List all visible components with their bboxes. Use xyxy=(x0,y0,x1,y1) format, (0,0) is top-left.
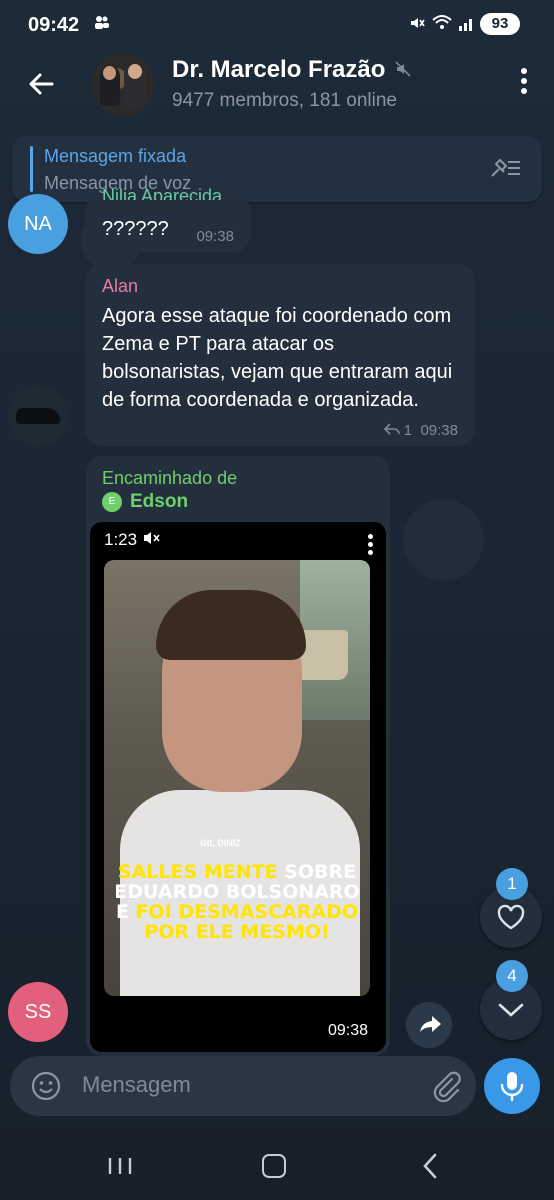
silent-icon xyxy=(408,14,426,37)
signal-icon xyxy=(458,14,476,37)
message-text: Agora esse ataque foi coordenado com Zem… xyxy=(102,305,453,411)
message-text: ?????? xyxy=(102,218,169,240)
battery-indicator: 93 xyxy=(480,13,520,35)
status-time: 09:42 xyxy=(28,14,80,36)
sender-name[interactable]: Alan xyxy=(102,276,138,297)
more-options-icon[interactable] xyxy=(520,68,528,98)
teams-icon xyxy=(94,14,110,35)
video-caption: SALLES MENTE SOBRE EDUARDO BOLSONARO E F… xyxy=(114,861,360,943)
message-bubble[interactable]: Encaminhado de E Edson 1:23 GIL DINIZ SA… xyxy=(86,456,390,1056)
forwarded-label: Encaminhado de xyxy=(102,468,238,488)
avatar[interactable]: NA xyxy=(8,194,68,254)
pin-list-icon[interactable] xyxy=(488,154,524,182)
video-menu-icon[interactable] xyxy=(368,534,374,558)
message-meta: 1 09:38 xyxy=(383,422,458,439)
reply-count[interactable]: 1 xyxy=(404,422,412,439)
system-nav-bar xyxy=(0,1130,554,1200)
message-time: 09:38 xyxy=(420,422,458,439)
chat-title[interactable]: Dr. Marcelo Frazão xyxy=(172,56,385,84)
unread-badge: 4 xyxy=(496,960,528,992)
share-button[interactable] xyxy=(406,1002,452,1048)
attach-icon[interactable] xyxy=(428,1068,464,1104)
message-time: 09:38 xyxy=(327,1022,368,1039)
avatar[interactable] xyxy=(8,386,68,446)
back-arrow-icon[interactable] xyxy=(24,66,60,102)
pinned-title: Mensagem fixada xyxy=(44,146,187,166)
video-duration: 1:23 xyxy=(104,530,138,549)
video-logo: GIL DINIZ xyxy=(200,838,241,848)
message-bubble[interactable]: Nilia Aparecida ?????? 09:38 xyxy=(86,186,250,252)
message-input-bar[interactable]: Mensagem xyxy=(10,1056,476,1116)
emoji-icon[interactable] xyxy=(30,1070,62,1102)
forwarded-from[interactable]: Edson xyxy=(130,491,188,513)
mute-icon[interactable] xyxy=(142,530,162,551)
group-avatar[interactable] xyxy=(92,54,154,116)
message-input[interactable]: Mensagem xyxy=(82,1072,191,1098)
sender-name[interactable]: Nilia Aparecida xyxy=(102,186,222,200)
avatar[interactable]: SS xyxy=(8,982,68,1042)
pinned-message-bar[interactable]: Mensagem fixada Mensagem de voz xyxy=(12,136,542,202)
message-time: 09:38 xyxy=(196,228,234,245)
forwarded-avatar: E xyxy=(102,492,122,512)
muted-icon xyxy=(394,60,412,83)
chat-header: Dr. Marcelo Frazão 9477 membros, 181 onl… xyxy=(0,50,554,124)
video-thumbnail: GIL DINIZ SALLES MENTE SOBRE EDUARDO BOL… xyxy=(104,560,370,996)
home-icon[interactable] xyxy=(262,1154,286,1178)
microphone-button[interactable] xyxy=(484,1058,540,1114)
status-bar: 09:42 93 xyxy=(0,0,554,50)
message-bubble[interactable]: Alan Agora esse ataque foi coordenado co… xyxy=(86,264,474,446)
recent-apps-icon[interactable] xyxy=(106,1156,134,1176)
video-player[interactable]: 1:23 GIL DINIZ SALLES MENTE SOBRE EDUARD… xyxy=(90,522,386,1052)
wifi-icon xyxy=(432,14,452,37)
back-icon[interactable] xyxy=(420,1152,440,1180)
reply-icon xyxy=(383,422,404,439)
reactions-badge: 1 xyxy=(496,868,528,900)
chat-members-status: 9477 membros, 181 online xyxy=(172,90,397,111)
